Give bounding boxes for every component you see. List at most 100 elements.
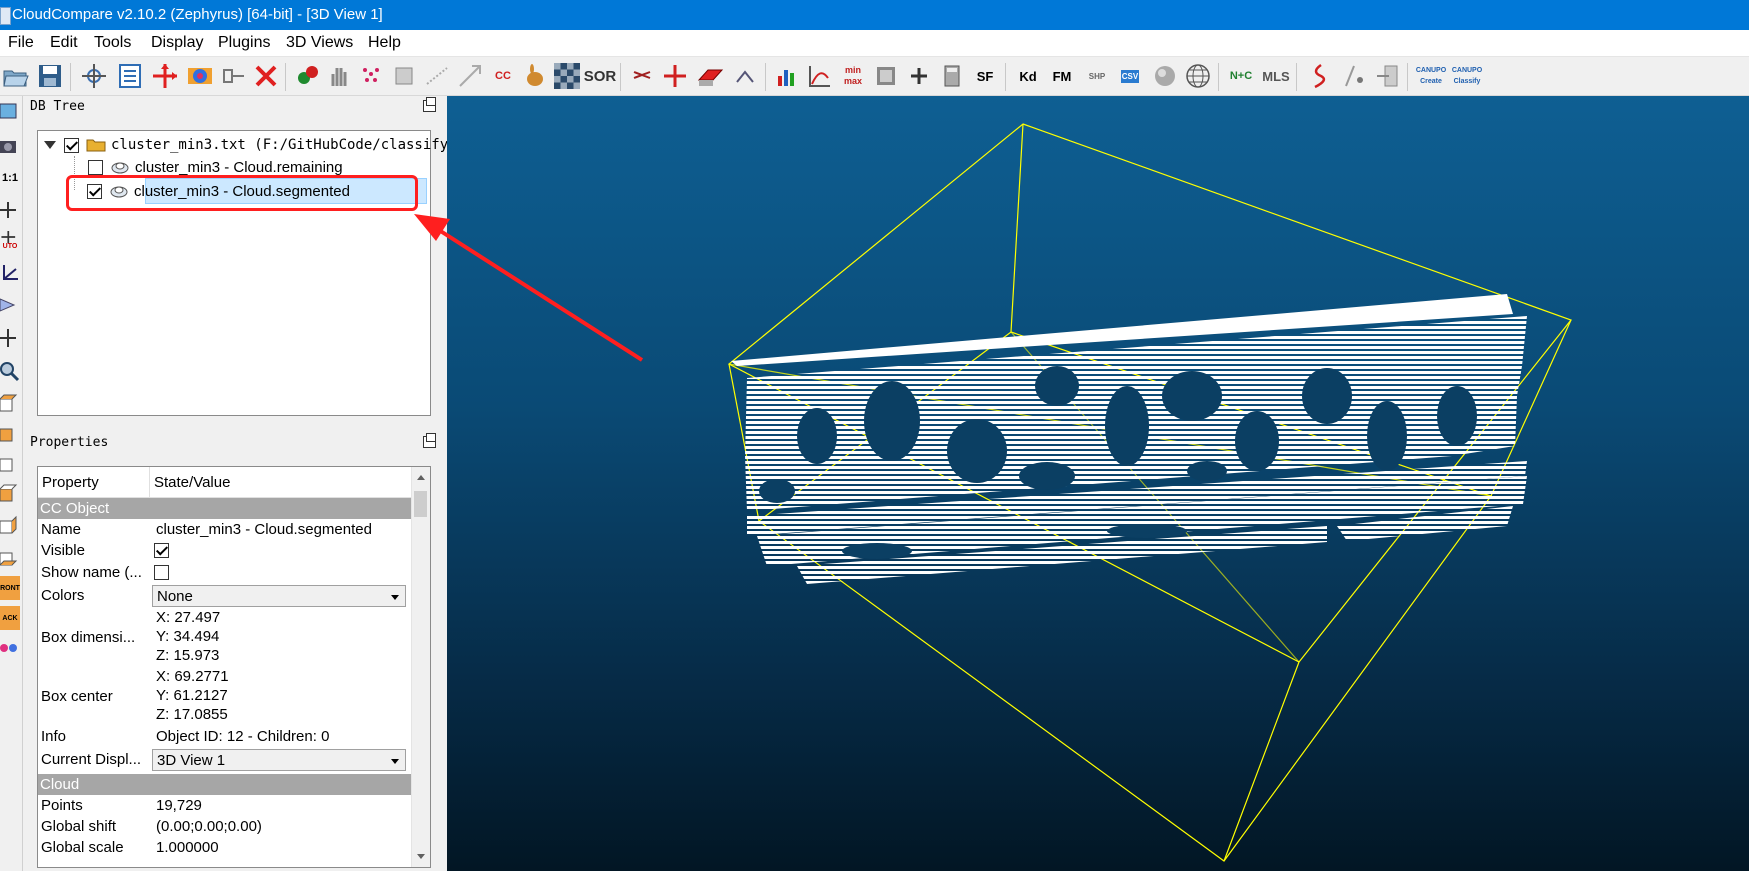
pivot-icon[interactable] [0,198,20,222]
noise-filter-icon[interactable] [422,61,452,91]
scroll-up-icon[interactable] [417,475,425,480]
globe-icon[interactable] [1183,61,1213,91]
root-visibility-checkbox[interactable] [64,137,79,153]
scroll-down-icon[interactable] [417,854,425,859]
merge-icon[interactable] [219,61,249,91]
cc-label: CC [495,69,511,82]
info-key: Info [41,728,67,745]
stereo-icon[interactable] [0,636,20,660]
sphere-icon[interactable] [1150,61,1180,91]
select-tool-icon[interactable] [79,61,109,91]
axes-icon[interactable] [0,260,20,284]
distribution-fit-icon[interactable] [805,61,835,91]
colors-select[interactable]: None [152,585,406,607]
sample-mesh-icon[interactable] [389,61,419,91]
menu-tools[interactable]: Tools [94,34,131,52]
menu-3d-views[interactable]: 3D Views [286,34,353,52]
mls-icon[interactable]: MLS [1261,61,1291,91]
delete-icon[interactable] [251,61,281,91]
view-bottom-icon[interactable] [0,546,20,570]
sor-filter-icon[interactable]: SOR [583,61,617,91]
connected-components-icon[interactable]: CC [488,61,518,91]
menu-help[interactable]: Help [368,34,401,52]
calculator-icon[interactable] [937,61,967,91]
properties-list-icon[interactable] [115,61,145,91]
checkerboard-icon[interactable] [552,61,582,91]
shp-export-icon[interactable]: SHP [1082,61,1112,91]
camera-icon[interactable] [0,134,20,158]
view-iso-back-icon[interactable]: ACK [0,606,20,630]
subsample-icon[interactable] [356,61,386,91]
view-left-icon[interactable] [0,452,20,476]
menu-file[interactable]: File [8,34,34,52]
fast-marching-icon[interactable]: FM [1047,61,1077,91]
sor-label: SOR [583,67,617,85]
canupo-classify-icon[interactable]: CANUPO Classify [1450,61,1484,91]
export-icon[interactable] [1372,61,1402,91]
curve-icon[interactable] [1304,61,1334,91]
row-global-scale: Global scale 1.000000 [38,838,411,858]
registration-icon[interactable] [293,61,323,91]
view-back-icon[interactable] [0,482,20,506]
view-right-icon[interactable] [0,514,20,538]
perspective-icon[interactable] [0,292,20,316]
float-panel-icon[interactable] [423,97,436,112]
row-info: Info Object ID: 12 - Children: 0 [38,727,411,747]
view-iso-front-icon[interactable]: RONT [0,576,20,600]
open-file-icon[interactable] [1,61,31,91]
save-icon[interactable] [35,61,65,91]
global-shift-key: Global shift [41,818,117,835]
cloud-to-cloud-icon[interactable] [455,61,485,91]
sf-to-rgb-icon[interactable]: SF [970,61,1000,91]
rainbow-scalar-icon[interactable] [185,61,215,91]
show-name-key: Show name (... [41,564,142,581]
float-panel-icon[interactable] [423,433,436,448]
cross-section-icon[interactable] [695,61,725,91]
expand-arrow-icon[interactable] [44,141,56,149]
canupo-create-label: CANUPO Create [1415,67,1447,85]
histogram-icon[interactable] [772,61,802,91]
menu-display-label: Display [151,34,204,51]
show-name-checkbox[interactable] [154,565,169,580]
csv-export-icon[interactable]: CSV [1115,61,1145,91]
menu-display[interactable]: Display [151,34,203,52]
pan-icon[interactable] [0,326,20,350]
screenshot-icon[interactable] [0,100,20,124]
visible-key: Visible [41,542,85,559]
current-display-select[interactable]: 3D View 1 [152,749,406,771]
sf-minmax-icon[interactable]: min max [838,61,868,91]
colors-value: None [157,588,193,605]
info-value: Object ID: 12 - Children: 0 [156,728,330,745]
csv-label: CSV [1120,69,1140,83]
point-pick-icon[interactable] [730,61,760,91]
zoom-icon[interactable] [0,359,20,383]
menu-plugins[interactable]: Plugins [218,34,270,52]
kdtree-icon[interactable]: Kd [1013,61,1043,91]
normals-color-icon[interactable]: N+C [1226,61,1256,91]
visible-checkbox[interactable] [154,543,169,558]
view-top-icon[interactable] [0,392,20,416]
remaining-visibility-checkbox[interactable] [88,159,103,175]
canupo-create-icon[interactable]: CANUPO Create [1414,61,1448,91]
tree-root-item[interactable]: cluster_min3.txt (F:/GitHubCode/classify [44,134,448,156]
view-front-icon[interactable] [0,422,20,446]
hand-segment-icon[interactable] [324,61,354,91]
menu-edit[interactable]: Edit [50,34,78,52]
scroll-thumb[interactable] [414,491,427,517]
ratio-label: 1:1 [2,172,18,184]
translate-rotate-icon[interactable] [150,61,180,91]
auto-pivot-icon[interactable]: UTO [0,228,20,252]
root-label: cluster_min3.txt (F:/GitHubCode/classify [111,137,449,153]
name-value[interactable]: cluster_min3 - Cloud.segmented [156,521,372,538]
sf-gradient-icon[interactable] [871,61,901,91]
menu-tools-label: Tools [94,34,132,51]
scissors-icon[interactable] [627,61,657,91]
scatter-icon[interactable] [1339,61,1369,91]
box-dim-z: Z: 15.973 [156,647,220,664]
add-sf-icon[interactable] [904,61,934,91]
remaining-label: cluster_min3 - Cloud.remaining [135,158,343,176]
move-icon[interactable] [660,61,690,91]
properties-scrollbar[interactable] [411,467,430,867]
bunny-icon[interactable] [520,61,550,91]
zoom-ratio-button[interactable]: 1:1 [0,166,20,190]
